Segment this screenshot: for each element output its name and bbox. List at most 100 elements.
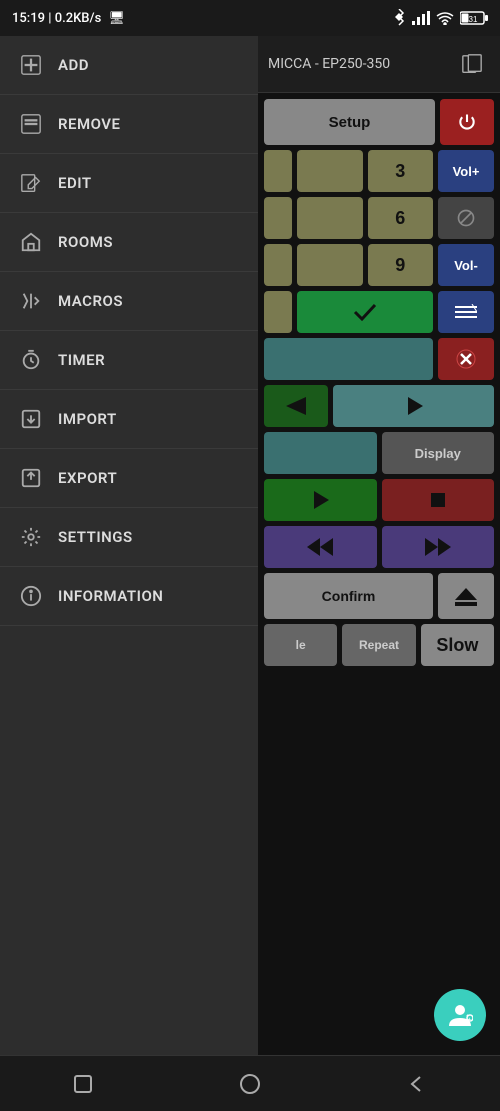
sidebar-item-edit[interactable]: EDIT xyxy=(0,154,258,213)
fast-forward-icon xyxy=(425,538,451,556)
nav-back-button[interactable] xyxy=(398,1065,436,1103)
num6-button[interactable]: 6 xyxy=(368,197,434,239)
square-icon xyxy=(72,1073,94,1095)
teal-nav-button[interactable] xyxy=(264,338,433,380)
bluetooth-icon xyxy=(392,9,406,27)
check-icon xyxy=(353,303,377,321)
power-button[interactable] xyxy=(440,99,494,145)
row-confirm: Confirm xyxy=(264,573,494,619)
sidebar-item-add[interactable]: ADD xyxy=(0,36,258,95)
pages-icon xyxy=(461,53,483,75)
rewind-icon xyxy=(307,538,333,556)
sidebar-label-edit: EDIT xyxy=(58,174,92,192)
play-green-icon xyxy=(311,491,329,509)
sidebar-item-rooms[interactable]: ROOMS xyxy=(0,213,258,272)
sidebar-label-information: INFORMATION xyxy=(58,587,163,605)
row-7-8-9: 9 Vol- xyxy=(264,244,494,286)
remote-buttons-container: Setup 3 Vol+ 6 xyxy=(258,93,500,672)
timer-icon xyxy=(20,349,42,371)
source-button[interactable] xyxy=(264,432,377,474)
settings-icon xyxy=(20,526,42,548)
export-icon xyxy=(20,467,42,489)
remote-menu-button[interactable] xyxy=(454,46,490,82)
sidebar-label-settings: SETTINGS xyxy=(58,528,133,546)
nav-home-button[interactable] xyxy=(230,1064,270,1104)
row-play-stop xyxy=(264,479,494,521)
back-icon xyxy=(286,397,306,415)
row-display: Display xyxy=(264,432,494,474)
status-bar: 15:19 | 0.2KB/s 🖥 31 xyxy=(0,0,500,36)
fast-forward-button[interactable] xyxy=(382,526,495,568)
home-icon xyxy=(20,231,42,253)
sidebar-item-export[interactable]: EXPORT xyxy=(0,449,258,508)
play-icon xyxy=(405,397,423,415)
battery-icon: 31 xyxy=(460,11,488,25)
nav-square-button[interactable] xyxy=(64,1065,102,1103)
sidebar-item-macros[interactable]: MACROS xyxy=(0,272,258,331)
repeat-button[interactable]: Repeat xyxy=(342,624,415,666)
sidebar-label-remove: REMOVE xyxy=(58,115,121,133)
macro-icon xyxy=(20,290,42,312)
num7-button[interactable] xyxy=(264,244,292,286)
back-button[interactable] xyxy=(264,385,328,427)
sidebar-label-import: IMPORT xyxy=(58,410,117,428)
row-nav xyxy=(264,338,494,380)
nav-bar xyxy=(0,1055,500,1111)
import-icon xyxy=(20,408,42,430)
vol-plus-button[interactable]: Vol+ xyxy=(438,150,494,192)
subtitle-button[interactable]: le xyxy=(264,624,337,666)
row-check xyxy=(264,291,494,333)
status-time: 15:19 xyxy=(12,11,45,26)
row-setup: Setup xyxy=(264,99,494,145)
disable-button[interactable] xyxy=(438,197,494,239)
fab-button[interactable]: + xyxy=(434,989,486,1041)
num0-button[interactable] xyxy=(264,291,292,333)
vol-minus-button[interactable]: Vol- xyxy=(438,244,494,286)
sidebar-item-remove[interactable]: REMOVE xyxy=(0,95,258,154)
confirm-button[interactable]: Confirm xyxy=(264,573,433,619)
status-icons: 31 xyxy=(392,9,488,27)
svg-text:+: + xyxy=(468,1018,472,1024)
slow-button[interactable]: Slow xyxy=(421,624,494,666)
ok-button[interactable] xyxy=(297,291,433,333)
num8-button[interactable] xyxy=(297,244,363,286)
num2-button[interactable] xyxy=(297,150,363,192)
rewind-button[interactable] xyxy=(264,526,377,568)
setup-button[interactable]: Setup xyxy=(264,99,435,145)
display-button[interactable]: Display xyxy=(382,432,495,474)
menu-button[interactable] xyxy=(438,291,494,333)
sidebar-label-export: EXPORT xyxy=(58,469,117,487)
close-icon xyxy=(456,349,476,369)
status-time-speed: 15:19 | 0.2KB/s 🖥 xyxy=(12,11,125,26)
stop-button[interactable] xyxy=(382,479,495,521)
sidebar-item-settings[interactable]: SETTINGS xyxy=(0,508,258,567)
num9-button[interactable]: 9 xyxy=(368,244,434,286)
disable-icon xyxy=(456,208,476,228)
remote-title: MICCA - EP250-350 xyxy=(268,56,390,72)
num3-button[interactable]: 3 xyxy=(368,150,434,192)
sidebar-item-information[interactable]: INFORMATION xyxy=(0,567,258,626)
main-layout: ADD REMOVE EDIT ROOMS xyxy=(0,36,500,1055)
stop-icon xyxy=(429,491,447,509)
power-icon xyxy=(457,112,477,132)
num4-button[interactable] xyxy=(264,197,292,239)
circle-icon xyxy=(238,1072,262,1096)
close-button[interactable] xyxy=(438,338,494,380)
sidebar: ADD REMOVE EDIT ROOMS xyxy=(0,36,258,1055)
play-teal-button[interactable] xyxy=(333,385,494,427)
sidebar-item-import[interactable]: IMPORT xyxy=(0,390,258,449)
sidebar-label-timer: TIMER xyxy=(58,351,105,369)
minus-icon xyxy=(20,113,42,135)
sidebar-label-rooms: ROOMS xyxy=(58,233,113,251)
screen-icon: 🖥 xyxy=(109,11,126,26)
sidebar-item-timer[interactable]: TIMER xyxy=(0,331,258,390)
person-icon: + xyxy=(447,1002,473,1028)
remote-header: MICCA - EP250-350 xyxy=(258,36,500,93)
num5-button[interactable] xyxy=(297,197,363,239)
play-green-button[interactable] xyxy=(264,479,377,521)
row-rewind-ff xyxy=(264,526,494,568)
edit-icon xyxy=(20,172,42,194)
num1-button[interactable] xyxy=(264,150,292,192)
status-data: 0.2KB/s xyxy=(55,11,102,26)
eject-button[interactable] xyxy=(438,573,494,619)
